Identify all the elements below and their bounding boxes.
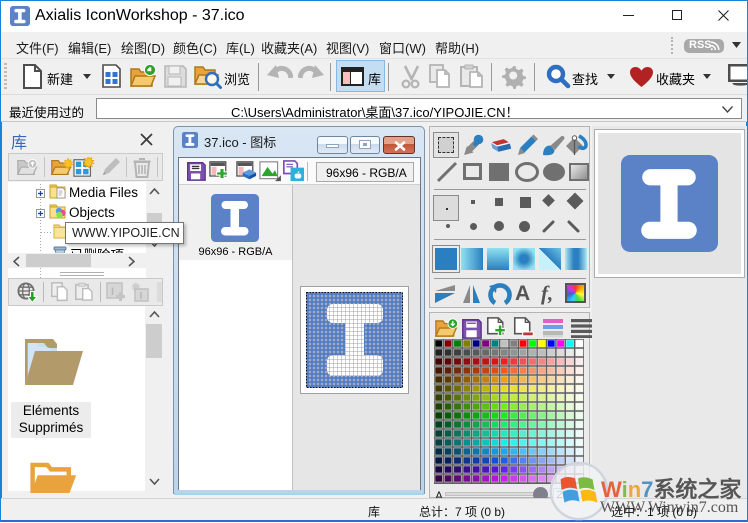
svg-text:I: I (111, 286, 114, 298)
svg-text:I: I (140, 291, 143, 302)
